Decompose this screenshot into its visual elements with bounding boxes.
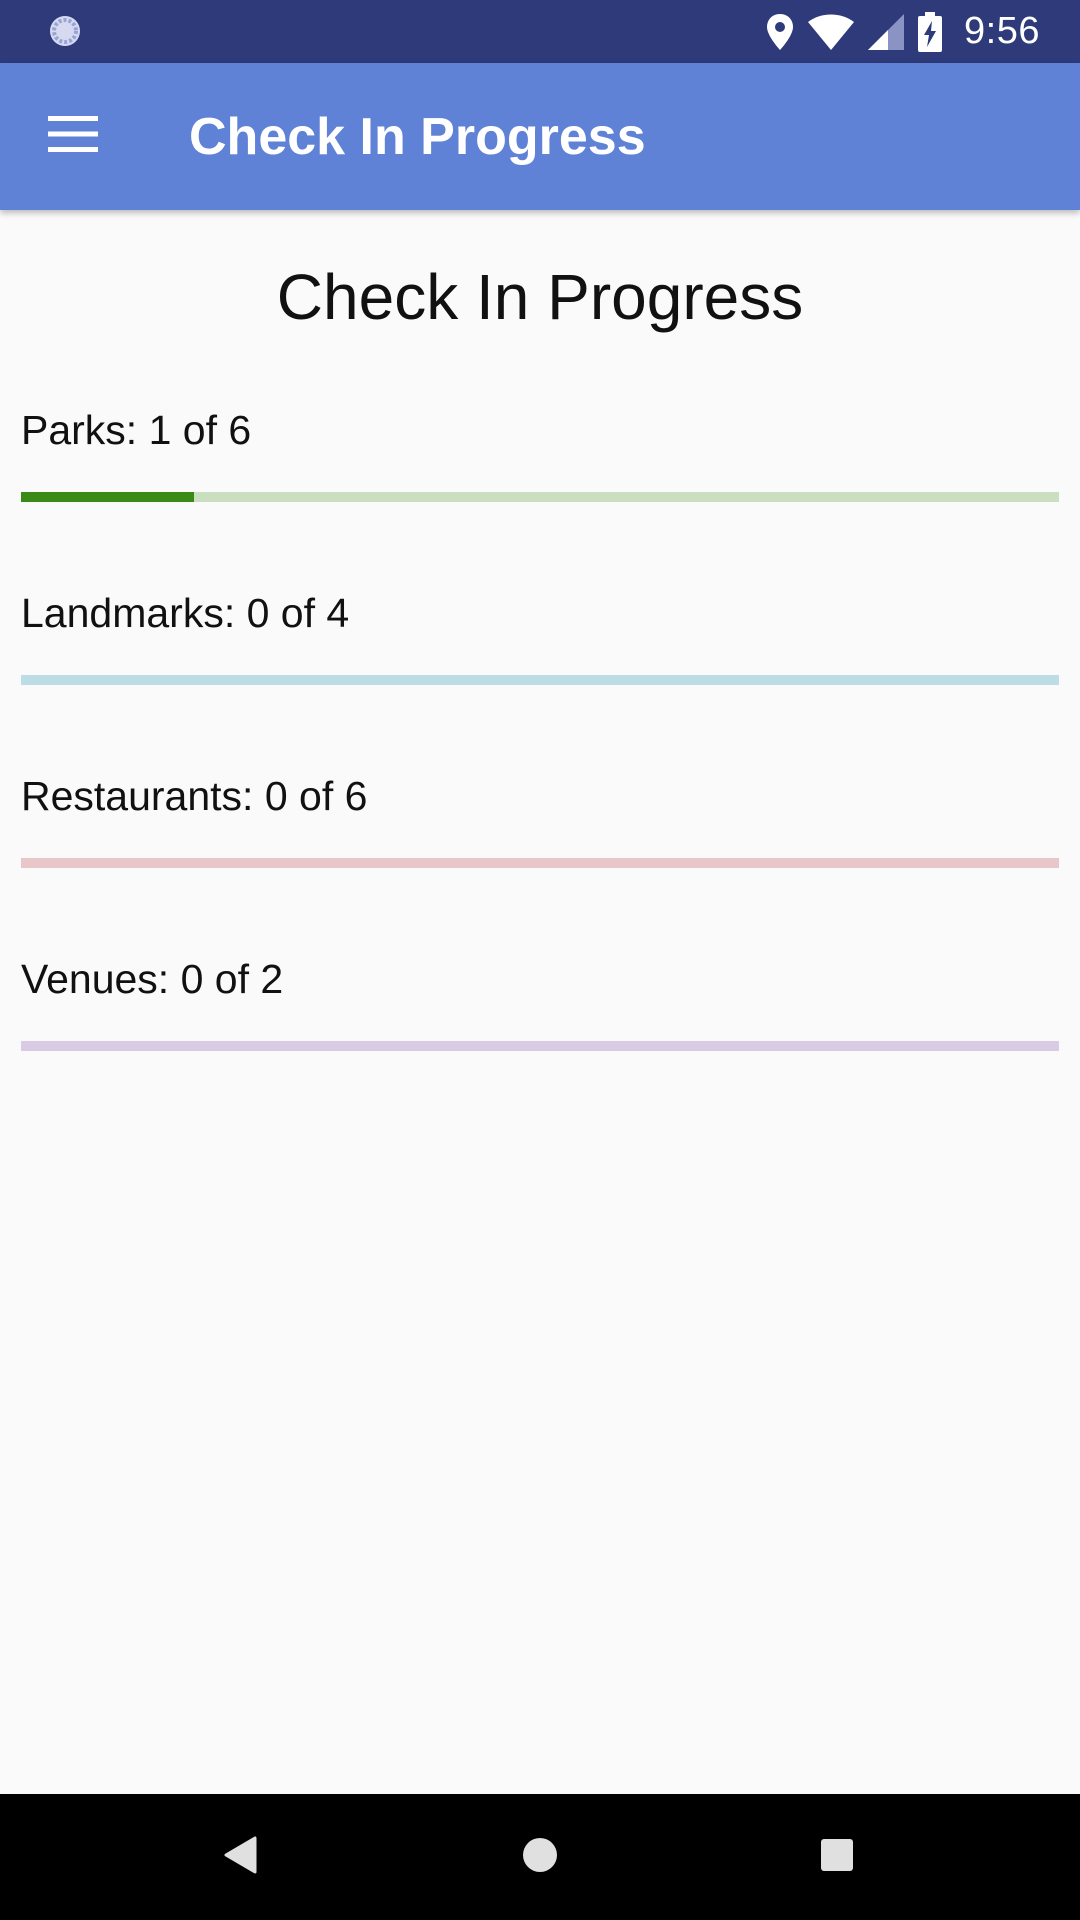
progress-label-landmarks: Landmarks: 0 of 4	[21, 590, 350, 636]
back-icon	[223, 1836, 257, 1879]
progress-item-restaurants: Restaurants: 0 of 6	[21, 766, 1059, 868]
system-nav-bar	[0, 1794, 1080, 1920]
progress-fill-parks	[21, 492, 194, 502]
sync-icon	[48, 14, 82, 48]
progress-item-landmarks: Landmarks: 0 of 4	[21, 583, 1059, 685]
page-heading: Check In Progress	[276, 261, 804, 333]
hamburger-menu-icon	[48, 115, 98, 157]
progress-bar-parks	[21, 492, 1059, 502]
progress-label-parks: Parks: 1 of 6	[21, 407, 252, 453]
location-icon	[766, 13, 794, 51]
wifi-icon	[808, 14, 855, 50]
home-icon	[522, 1837, 558, 1878]
signal-icon	[868, 13, 905, 50]
menu-button[interactable]	[28, 96, 118, 176]
main-content: Check In Progress Parks: 1 of 6 Landmark…	[0, 210, 1080, 1794]
recents-icon	[821, 1838, 853, 1876]
status-bar: 9:56	[0, 0, 1080, 63]
status-time: 9:56	[964, 10, 1040, 52]
battery-charging-icon	[918, 11, 943, 52]
home-button[interactable]	[505, 1822, 575, 1892]
progress-bar-restaurants	[21, 858, 1059, 868]
progress-bar-landmarks	[21, 675, 1059, 685]
app-bar: Check In Progress	[0, 63, 1080, 210]
progress-item-venues: Venues: 0 of 2	[21, 949, 1059, 1051]
recents-button[interactable]	[802, 1822, 872, 1892]
app-bar-title: Check In Progress	[189, 107, 646, 166]
progress-label-venues: Venues: 0 of 2	[21, 956, 284, 1002]
progress-item-parks: Parks: 1 of 6	[21, 400, 1059, 502]
progress-bar-venues	[21, 1041, 1059, 1051]
back-button[interactable]	[205, 1822, 275, 1892]
progress-label-restaurants: Restaurants: 0 of 6	[21, 773, 368, 819]
